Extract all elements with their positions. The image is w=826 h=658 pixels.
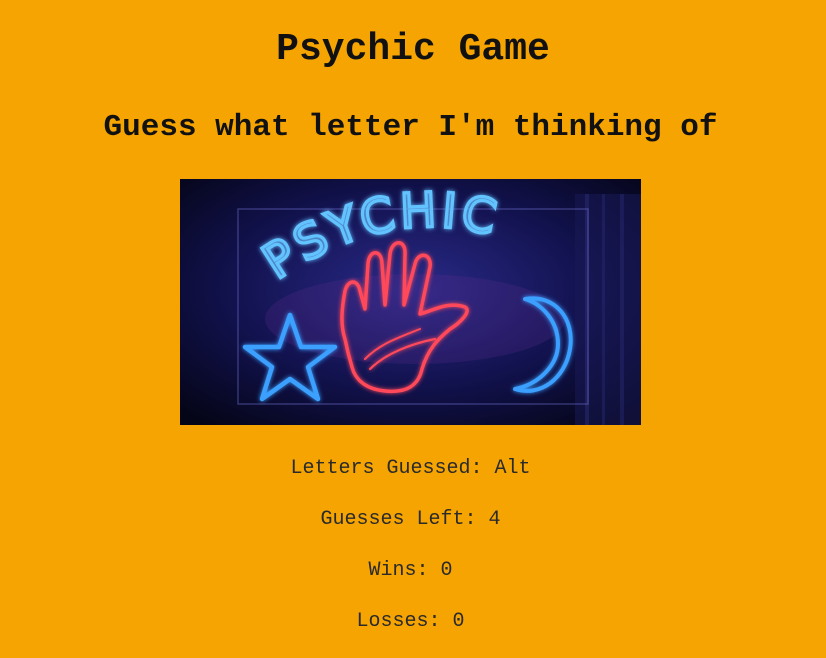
game-page: Psychic Game Guess what letter I'm think… xyxy=(0,0,826,658)
guesses-left-text: Guesses Left: 4 xyxy=(320,508,501,531)
psychic-neon-image: PSYCHIC xyxy=(180,179,641,425)
page-title: Psychic Game xyxy=(276,28,550,71)
page-subtitle: Guess what letter I'm thinking of xyxy=(103,110,718,145)
neon-sign-illustration: PSYCHIC xyxy=(180,179,641,425)
letters-guessed-text: Letters Guessed: Alt xyxy=(290,457,531,480)
wins-text: Wins: 0 xyxy=(368,559,453,582)
losses-text: Losses: 0 xyxy=(356,610,465,633)
